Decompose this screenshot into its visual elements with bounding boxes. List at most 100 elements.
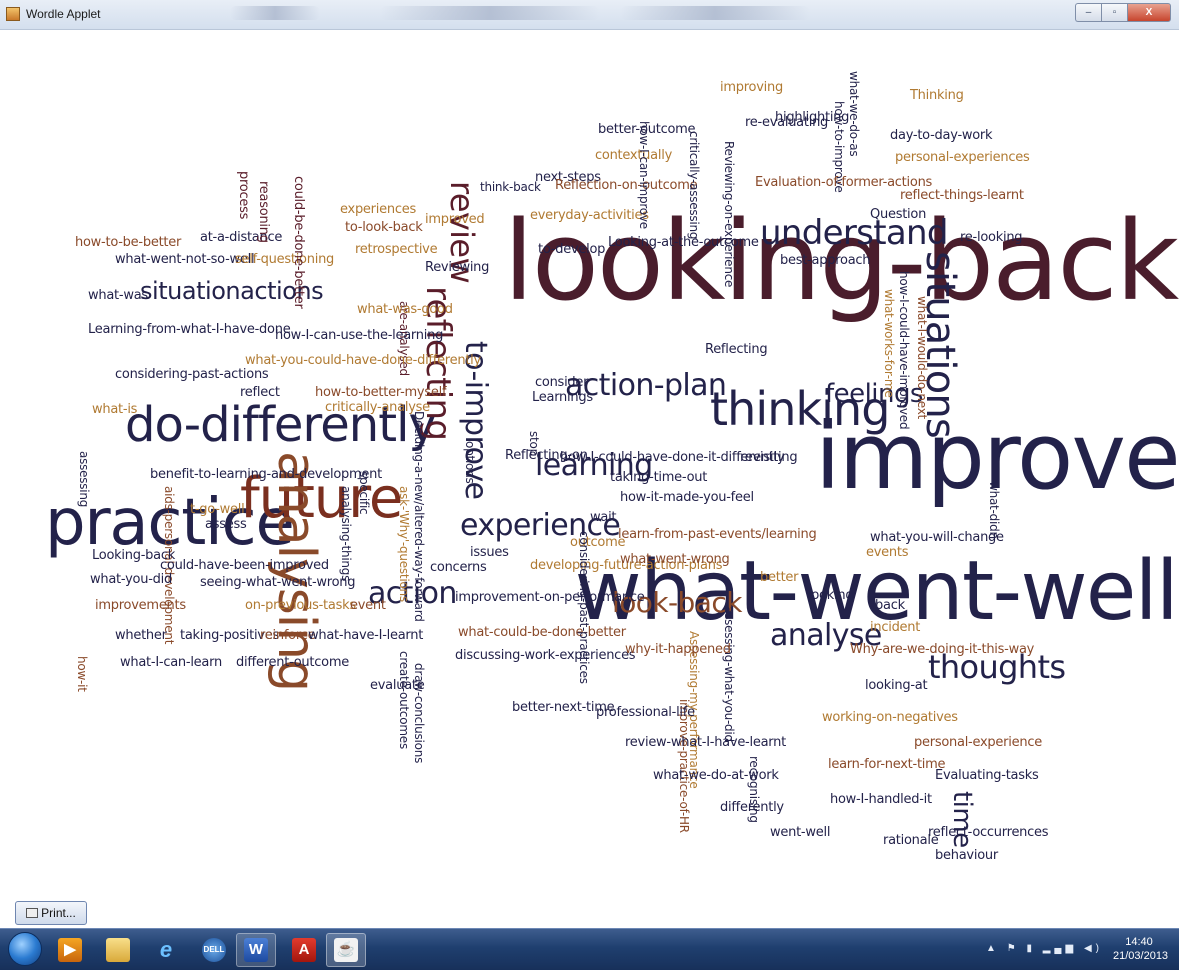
word-cloud-word: assess: [205, 517, 247, 532]
word-cloud-word: different-outcome: [236, 655, 349, 670]
word-cloud-word: Evaluating-tasks: [935, 768, 1039, 783]
dell-taskbar-button[interactable]: DELL: [194, 933, 234, 967]
acrobat-taskbar-button[interactable]: A: [284, 933, 324, 967]
file-explorer-taskbar-button[interactable]: [98, 933, 138, 967]
word-cloud-word: experiences: [340, 202, 416, 217]
folder-icon: [106, 938, 130, 962]
word-cloud-word: discussing-work-experiences: [455, 648, 636, 663]
word-cloud-word: looking: [808, 588, 854, 603]
word-cloud-word: on-previous-tasks: [245, 598, 356, 613]
acrobat-icon: A: [292, 938, 316, 962]
word-cloud-word: how-I-handled-it: [830, 792, 932, 807]
taskbar-clock[interactable]: 14:40 21/03/2013: [1113, 935, 1168, 963]
close-button[interactable]: X: [1127, 3, 1171, 22]
minimize-button[interactable]: –: [1075, 3, 1101, 22]
word-cloud-word: behaviour: [935, 848, 998, 863]
word-cloud-word: personal-experience: [914, 735, 1042, 750]
internet-explorer-icon: e: [159, 937, 173, 962]
window-titlebar[interactable]: Wordle Applet – ▫ X: [0, 0, 1179, 30]
word-cloud-word: Reviewing-on-experience: [722, 141, 736, 288]
word-cloud-word: think-back: [480, 180, 541, 194]
word-cloud-word: how-it-made-you-feel: [620, 490, 754, 505]
word-cloud-word: self-questioning: [235, 252, 335, 267]
dell-icon: DELL: [202, 938, 226, 962]
titlebar-blur: [380, 6, 600, 20]
word-cloud-word: to-develop: [538, 242, 606, 257]
word-cloud-word: what-we-do-as: [847, 71, 861, 157]
word-cloud-word: benefit-to-learning-and-development: [150, 467, 382, 482]
word-cloud-word: Reflection-on-outcome: [555, 178, 698, 193]
window-controls: – ▫ X: [1075, 3, 1171, 24]
word-cloud-word: process: [236, 171, 251, 220]
word-cloud-word: reasoning: [256, 181, 271, 243]
word-cloud-word: wait: [590, 510, 617, 525]
word-cloud-word: learn-for-next-time: [828, 757, 946, 772]
internet-explorer-taskbar-button[interactable]: e: [146, 933, 186, 967]
word-cloud-word: how-to-be-better: [75, 235, 182, 250]
word-cloud-word: re-looking: [960, 230, 1023, 245]
system-tray[interactable]: ▲ ⚑ ▮ ▂▄▆ ◀): [986, 943, 1103, 954]
word-cloud-word: better: [760, 570, 799, 585]
word-cloud-word: specific: [357, 471, 371, 515]
word-cloud-word: back: [875, 598, 905, 613]
word-cloud-word: improving: [720, 80, 783, 95]
window-title: Wordle Applet: [26, 7, 101, 21]
word-cloud-word: how-it: [75, 656, 89, 692]
media-player-icon: ▶: [58, 938, 82, 962]
word-cloud-word: seeing-what-went-wrong: [200, 575, 356, 590]
start-button[interactable]: [8, 932, 42, 966]
word-cloud-word: issues: [470, 545, 509, 560]
word-cloud-word: concerns: [430, 560, 487, 575]
word-cloud-word: Question: [870, 207, 927, 222]
printer-icon: [26, 908, 39, 918]
word-cloud-word: Why-are-we-doing-it-this-way: [850, 642, 1035, 657]
print-button[interactable]: Print...: [15, 901, 87, 925]
word-cloud-word: how-I-could-have-improved: [897, 271, 911, 430]
word-cloud-word: Thinking: [910, 88, 964, 103]
word-cloud-word: differently: [720, 800, 784, 815]
word-cloud-word: went-well: [770, 825, 831, 840]
word-cloud-word: taking-time-out: [610, 470, 708, 485]
word-cloud-word: assessing: [77, 451, 91, 508]
word-cloud-word: how-I-can-improve: [637, 121, 651, 229]
word-cloud-word: considering-past-practices: [577, 531, 591, 684]
word-cloud-word: what-I-can-learn: [120, 655, 222, 670]
word-cloud-word: looking-at: [865, 678, 928, 693]
word-cloud-word: retrospective: [355, 242, 438, 257]
word-cloud-word: what-we-do-at-work: [653, 768, 779, 783]
word-cloud-word: everyday-activities: [530, 208, 649, 223]
word-cloud: looking-back improve what-went-well practic…: [0, 31, 1179, 891]
word-cloud-word: events: [866, 545, 909, 560]
word-cloud-word: how-I-can-use-the-learning: [275, 328, 444, 343]
word-cloud-word: working-on-negatives: [822, 710, 958, 725]
word-cloud-word: analysing-things: [339, 486, 353, 582]
word-cloud-word: day-to-day-work: [890, 128, 993, 143]
word-cloud-word: what-I-would-do-next: [915, 296, 929, 420]
word-cloud-word: contextually: [595, 148, 673, 163]
word-cloud-word: revisiting: [740, 450, 798, 465]
word-cloud-word: what-you-could-have-done-differently: [245, 353, 481, 368]
java-taskbar-button[interactable]: ☕: [326, 933, 366, 967]
word-cloud-word: Learning-from-what-I-have-done: [88, 322, 291, 337]
word-cloud-word: what-went-not-so-well: [115, 252, 255, 267]
word-cloud-word: reflect-things-learnt: [900, 188, 1024, 203]
word-cloud-word: Reflecting: [705, 342, 768, 357]
maximize-button[interactable]: ▫: [1101, 3, 1127, 22]
word-taskbar-button[interactable]: W: [236, 933, 276, 967]
word-cloud-word: options: [463, 441, 477, 484]
java-icon: ☕: [334, 938, 358, 962]
word-cloud-word: why-it-happened: [625, 642, 731, 657]
java-applet-icon: [6, 7, 20, 21]
word-cloud-word: draw-conclusions: [412, 663, 426, 764]
titlebar-blur: [230, 6, 320, 20]
word-cloud-word: best-approach: [780, 253, 871, 268]
word-cloud-word: reflect-occurrences: [928, 825, 1049, 840]
media-player-taskbar-button[interactable]: ▶: [50, 933, 90, 967]
word-cloud-word: what-was-good: [357, 302, 453, 317]
word-cloud-word: event: [350, 598, 386, 613]
word-cloud-word: how-to-better-myself: [315, 385, 447, 400]
word-cloud-word: what-went-wrong: [620, 552, 730, 567]
word-cloud-word: create-outcomes: [397, 651, 411, 749]
word-icon: W: [244, 938, 268, 962]
taskbar: ▶ e DELL W A ☕ ▲ ⚑ ▮ ▂▄▆ ◀) 14:40 21/03/…: [0, 928, 1179, 970]
